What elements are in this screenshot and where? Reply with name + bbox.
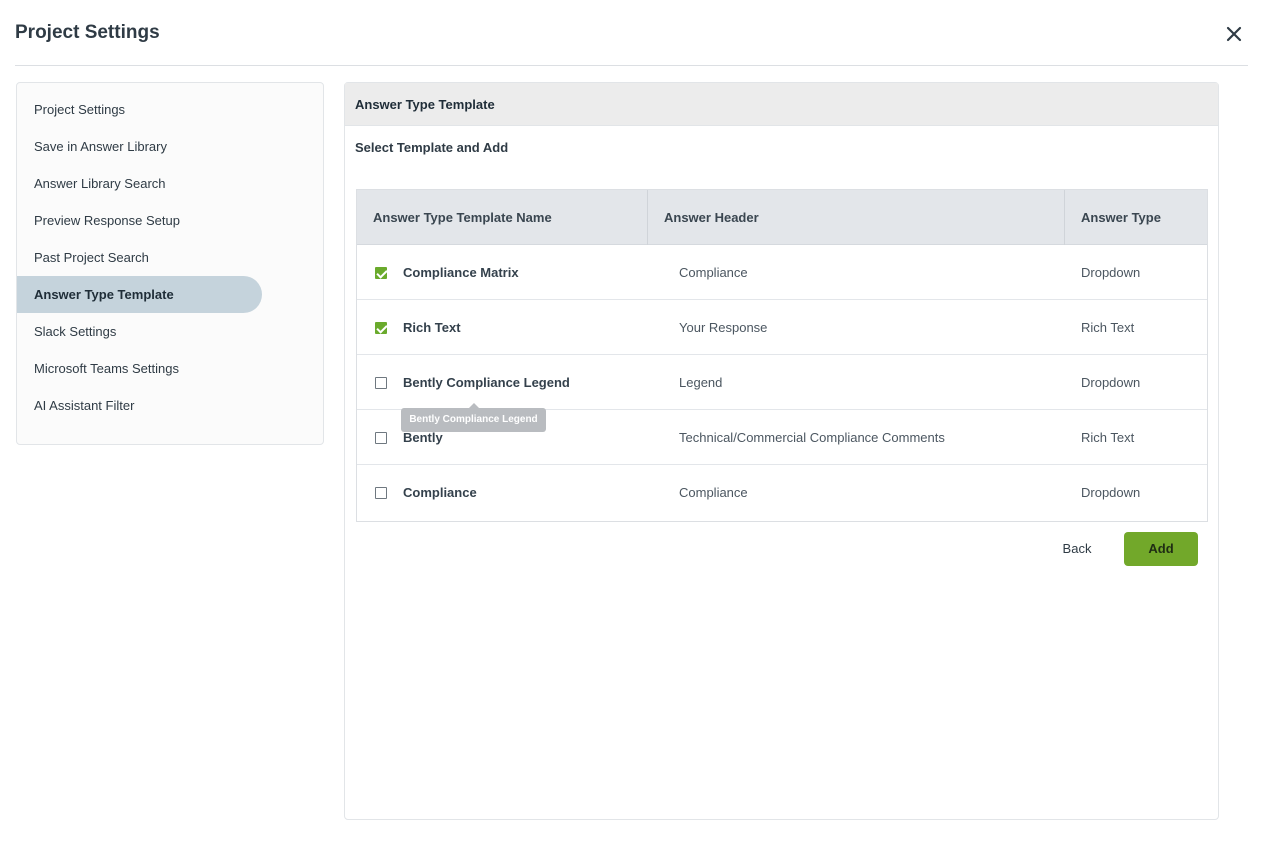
template-name: Compliance [403, 485, 477, 500]
template-name-tooltip: Bently Compliance Legend [401, 403, 546, 432]
add-button[interactable]: Add [1124, 532, 1198, 566]
answer-header: Compliance [679, 265, 748, 280]
column-header-answer-type[interactable]: Answer Type [1065, 190, 1161, 245]
table-header: Answer Type Template Name Answer Header … [357, 190, 1207, 245]
sidebar-item-microsoft-teams-settings[interactable]: Microsoft Teams Settings [17, 350, 262, 387]
table-row[interactable]: Compliance Matrix Compliance Dropdown [357, 245, 1207, 300]
row-checkbox[interactable] [375, 322, 387, 334]
answer-type: Rich Text [1081, 320, 1135, 335]
table-row[interactable]: Compliance Compliance Dropdown [357, 465, 1207, 520]
answer-type: Rich Text [1081, 430, 1135, 445]
answer-type: Dropdown [1081, 375, 1141, 390]
panel-subtitle: Select Template and Add [355, 140, 509, 155]
answer-type: Dropdown [1081, 485, 1141, 500]
column-header-template-name[interactable]: Answer Type Template Name [357, 190, 552, 245]
back-button[interactable]: Back [1050, 533, 1104, 565]
answer-type: Dropdown [1081, 265, 1141, 280]
table-row[interactable]: Bently Compliance Legend Legend Dropdown [357, 355, 1207, 410]
close-icon[interactable] [1224, 24, 1244, 44]
sidebar-item-answer-library-search[interactable]: Answer Library Search [17, 165, 262, 202]
template-name: Bently Compliance Legend [403, 375, 570, 390]
template-table: Answer Type Template Name Answer Header … [356, 189, 1208, 522]
sidebar-item-answer-type-template[interactable]: Answer Type Template [17, 276, 262, 313]
answer-header: Legend [679, 375, 723, 390]
sidebar-item-ai-assistant-filter[interactable]: AI Assistant Filter [17, 387, 262, 424]
answer-header: Your Response [679, 320, 768, 335]
row-checkbox[interactable] [375, 432, 387, 444]
column-header-answer-header[interactable]: Answer Header [648, 190, 759, 245]
template-name: Compliance Matrix [403, 265, 519, 280]
answer-header: Compliance [679, 485, 748, 500]
panel-header: Answer Type Template [345, 83, 1218, 126]
sidebar-item-slack-settings[interactable]: Slack Settings [17, 313, 262, 350]
sidebar-item-project-settings[interactable]: Project Settings [17, 91, 262, 128]
row-checkbox[interactable] [375, 267, 387, 279]
sidebar-item-preview-response-setup[interactable]: Preview Response Setup [17, 202, 262, 239]
answer-header: Technical/Commercial Compliance Comments [679, 430, 945, 445]
table-row[interactable]: Rich Text Your Response Rich Text [357, 300, 1207, 355]
row-checkbox[interactable] [375, 487, 387, 499]
template-name: Rich Text [403, 320, 461, 335]
settings-sidebar: Project Settings Save in Answer Library … [16, 82, 324, 445]
row-checkbox[interactable] [375, 377, 387, 389]
dialog-header: Project Settings [15, 0, 1248, 66]
panel-title: Answer Type Template [355, 97, 495, 112]
answer-type-template-panel: Answer Type Template Select Template and… [344, 82, 1219, 820]
sidebar-item-past-project-search[interactable]: Past Project Search [17, 239, 262, 276]
sidebar-item-save-in-answer-library[interactable]: Save in Answer Library [17, 128, 262, 165]
page-title: Project Settings [15, 22, 160, 43]
